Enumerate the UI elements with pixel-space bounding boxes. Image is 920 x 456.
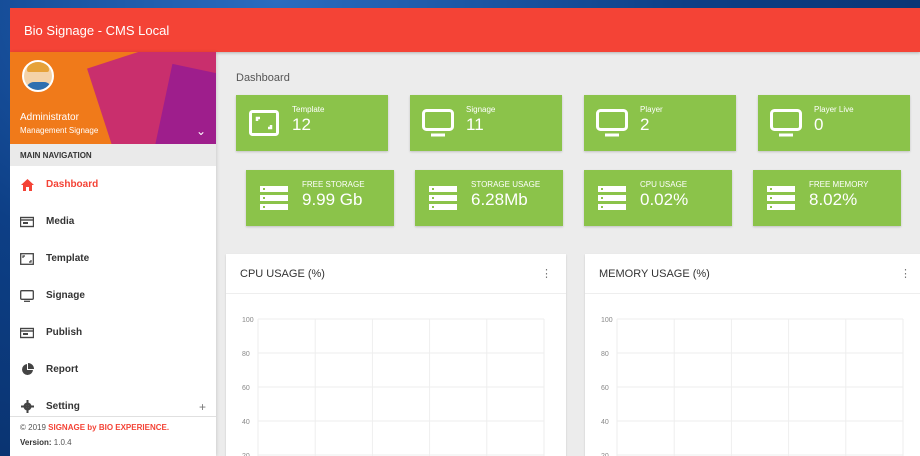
monitor-icon <box>410 95 466 151</box>
y-tick-label: 40 <box>601 419 609 426</box>
server-icon <box>415 170 471 226</box>
system-value: 8.02% <box>809 190 858 209</box>
system-label: FREE MEMORY <box>809 180 869 189</box>
brand-link[interactable]: SIGNAGE by BIO EXPERIENCE. <box>48 423 169 432</box>
chevron-down-icon[interactable]: ⌄ <box>196 124 206 138</box>
stat-label: Player <box>640 105 663 114</box>
memory-usage-panel: MEMORY USAGE (%) ⋮ 10080604020 <box>585 254 920 456</box>
sidebar-item-label: Setting <box>46 401 80 412</box>
gear-icon <box>20 400 34 414</box>
copyright-text: © 2019 <box>20 423 49 432</box>
more-menu-icon[interactable]: ⋮ <box>900 267 911 280</box>
sidebar-footer: © 2019 SIGNAGE by BIO EXPERIENCE. Versio… <box>10 416 216 456</box>
cpu-usage-chart: 10080604020 <box>242 317 545 456</box>
y-tick-label: 80 <box>242 351 250 358</box>
stat-label: Template <box>292 105 325 114</box>
version-label: Version: <box>20 438 52 447</box>
server-icon <box>753 170 809 226</box>
app-window: Bio Signage - CMS Local Administrator Ma… <box>10 8 920 456</box>
expand-icon[interactable]: + <box>199 400 206 414</box>
more-menu-icon[interactable]: ⋮ <box>541 267 552 280</box>
template-icon <box>236 95 292 151</box>
system-tile-cpu-usage[interactable]: CPU USAGE 0.02% <box>584 170 732 226</box>
y-tick-label: 100 <box>601 317 613 324</box>
sidebar-item-label: Signage <box>46 290 85 301</box>
sidebar-item-publish[interactable]: Publish <box>10 314 216 351</box>
sidebar-item-label: Template <box>46 253 90 264</box>
app-title[interactable]: Bio Signage - CMS Local <box>24 23 169 38</box>
system-tile-free-storage[interactable]: FREE STORAGE 9.99 Gb <box>246 170 394 226</box>
y-tick-label: 60 <box>242 385 250 392</box>
pie-chart-icon <box>20 363 34 377</box>
sidebar: Administrator Management Signage ⌄ MAIN … <box>10 52 216 456</box>
y-tick-label: 80 <box>601 351 609 358</box>
monitor-icon <box>758 95 814 151</box>
nav-header: MAIN NAVIGATION <box>10 144 216 166</box>
main-content: Dashboard Template 12 Signage 11 Player … <box>216 52 920 456</box>
stat-value: 0 <box>814 115 824 134</box>
panel-title: MEMORY USAGE (%) <box>599 267 710 280</box>
server-icon <box>246 170 302 226</box>
system-label: FREE STORAGE <box>302 180 365 189</box>
stat-tile-template[interactable]: Template 12 <box>236 95 388 151</box>
system-tile-storage-usage[interactable]: STORAGE USAGE 6.28Mb <box>415 170 563 226</box>
stat-value: 11 <box>466 115 484 134</box>
monitor-icon <box>584 95 640 151</box>
sidebar-item-label: Dashboard <box>46 179 99 190</box>
server-icon <box>584 170 640 226</box>
sidebar-item-dashboard[interactable]: Dashboard <box>10 166 216 203</box>
system-tile-free-memory[interactable]: FREE MEMORY 8.02% <box>753 170 901 226</box>
stat-tile-player-live[interactable]: Player Live 0 <box>758 95 910 151</box>
sidebar-item-label: Media <box>46 216 75 227</box>
system-label: STORAGE USAGE <box>471 180 541 189</box>
breadcrumb: Dashboard <box>236 72 290 84</box>
sidebar-item-label: Publish <box>46 327 83 338</box>
stat-tile-signage[interactable]: Signage 11 <box>410 95 562 151</box>
home-icon <box>20 178 34 192</box>
cpu-usage-panel: CPU USAGE (%) ⋮ 10080604020 <box>226 254 566 456</box>
system-value: 9.99 Gb <box>302 190 363 209</box>
media-icon <box>20 215 34 229</box>
y-tick-label: 60 <box>601 385 609 392</box>
user-name: Administrator <box>20 112 79 123</box>
panel-title: CPU USAGE (%) <box>240 267 325 280</box>
version-value: 1.0.4 <box>51 438 72 447</box>
y-tick-label: 40 <box>242 419 250 426</box>
stat-value: 2 <box>640 115 650 134</box>
user-panel: Administrator Management Signage ⌄ <box>10 52 216 144</box>
stat-tile-player[interactable]: Player 2 <box>584 95 736 151</box>
y-tick-label: 100 <box>242 317 254 324</box>
sidebar-item-signage[interactable]: Signage <box>10 277 216 314</box>
monitor-icon <box>20 289 34 303</box>
sidebar-item-media[interactable]: Media <box>10 203 216 240</box>
sidebar-item-label: Report <box>46 364 79 375</box>
user-role: Management Signage <box>20 126 99 135</box>
system-value: 6.28Mb <box>471 190 528 209</box>
avatar <box>22 60 54 92</box>
sidebar-item-template[interactable]: Template <box>10 240 216 277</box>
top-bar: Bio Signage - CMS Local <box>10 8 920 52</box>
system-value: 0.02% <box>640 190 689 209</box>
sidebar-item-report[interactable]: Report <box>10 351 216 388</box>
stat-label: Signage <box>466 105 496 114</box>
publish-icon <box>20 326 34 340</box>
system-label: CPU USAGE <box>640 180 688 189</box>
memory-usage-chart: 10080604020 <box>601 317 904 456</box>
stat-label: Player Live <box>814 105 854 114</box>
stat-value: 12 <box>292 115 311 134</box>
template-icon <box>20 252 34 266</box>
